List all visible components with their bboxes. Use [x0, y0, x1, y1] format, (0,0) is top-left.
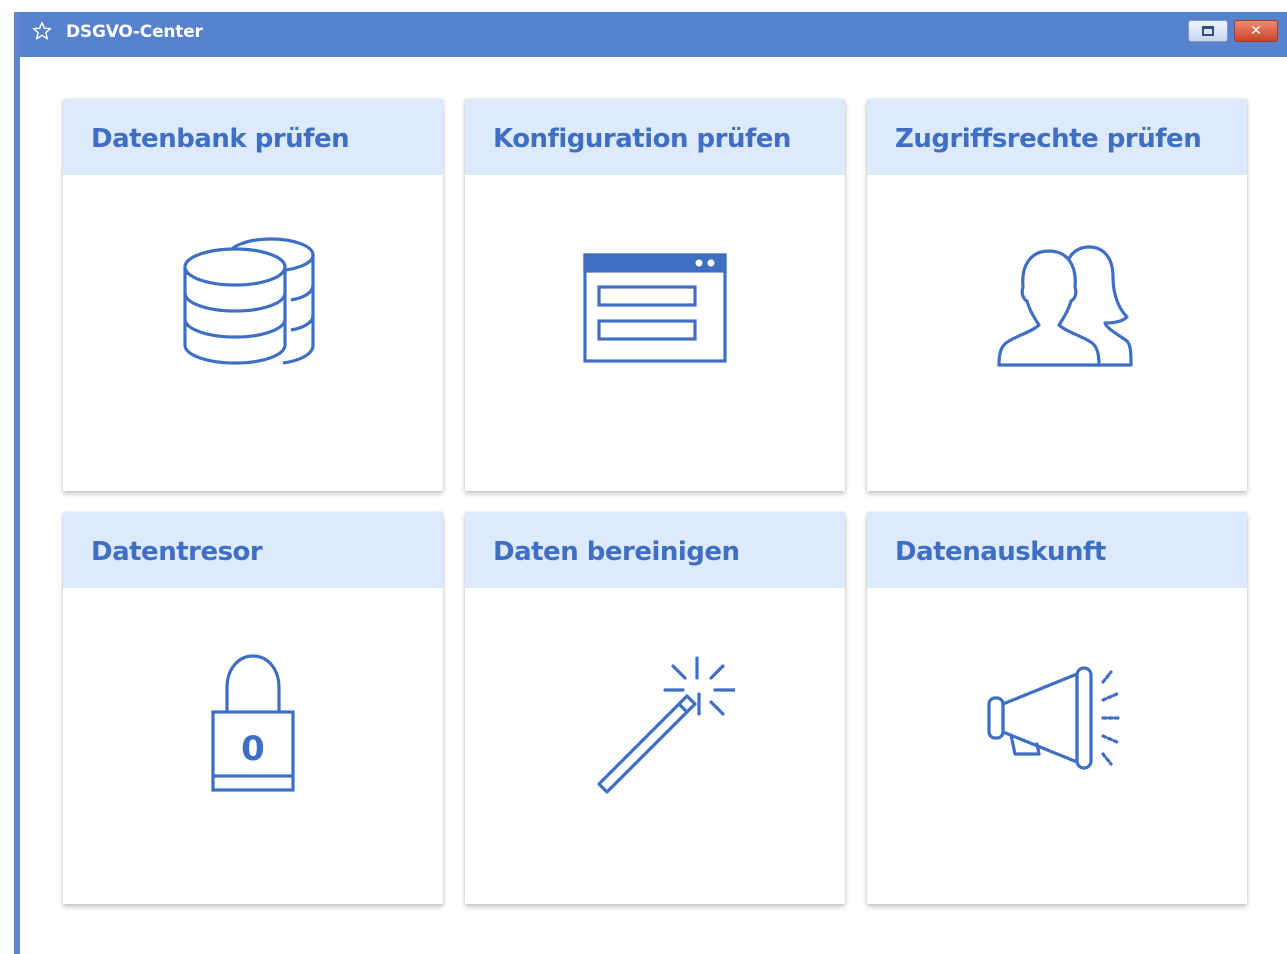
tile-header: Datentresor [63, 512, 443, 588]
tile-icon-area [465, 175, 845, 491]
restore-icon [1202, 26, 1214, 36]
tile-datenbank-pruefen[interactable]: Datenbank prüfen [63, 99, 443, 491]
window-title: DSGVO-Center [66, 22, 203, 42]
tile-title: Daten bereinigen [493, 537, 740, 567]
padlock-icon: 0 [211, 654, 295, 792]
dsgvo-center-window: DSGVO-Center ✕ Datenbank prüfen Konfigur… [14, 12, 1287, 954]
tile-header: Daten bereinigen [465, 512, 845, 588]
window-form-icon [583, 253, 727, 363]
tile-title: Datenbank prüfen [91, 124, 350, 154]
tile-zugriffsrechte-pruefen[interactable]: Zugriffsrechte prüfen [867, 99, 1247, 491]
megaphone-icon [987, 666, 1121, 770]
padlock-code: 0 [241, 729, 265, 769]
database-icon [183, 237, 315, 365]
close-button[interactable]: ✕ [1234, 20, 1278, 42]
tile-konfiguration-pruefen[interactable]: Konfiguration prüfen [465, 99, 845, 491]
star-icon [32, 21, 52, 40]
close-icon: ✕ [1250, 23, 1262, 39]
tile-title: Konfiguration prüfen [493, 124, 791, 154]
tile-title: Datentresor [91, 537, 263, 567]
tile-datenauskunft[interactable]: Datenauskunft [867, 512, 1247, 904]
tile-icon-area [867, 175, 1247, 491]
tile-icon-area [63, 175, 443, 491]
tile-icon-area [867, 588, 1247, 904]
tile-header: Datenbank prüfen [63, 99, 443, 175]
tile-header: Konfiguration prüfen [465, 99, 845, 175]
restore-button[interactable] [1188, 20, 1228, 42]
tile-icon-area [465, 588, 845, 904]
tile-header: Zugriffsrechte prüfen [867, 99, 1247, 175]
magic-wand-icon [597, 656, 735, 794]
tile-title: Zugriffsrechte prüfen [895, 124, 1202, 154]
tile-header: Datenauskunft [867, 512, 1247, 588]
users-icon [997, 245, 1133, 367]
tile-datentresor[interactable]: Datentresor 0 [63, 512, 443, 904]
title-bar[interactable]: DSGVO-Center ✕ [20, 12, 1287, 57]
tile-daten-bereinigen[interactable]: Daten bereinigen [465, 512, 845, 904]
tile-title: Datenauskunft [895, 537, 1106, 567]
tile-icon-area: 0 [63, 588, 443, 904]
